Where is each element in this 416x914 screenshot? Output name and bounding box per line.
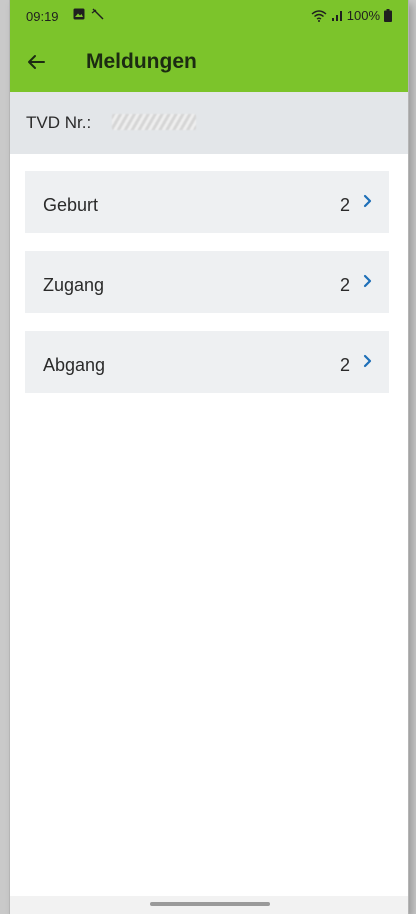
list-item-label: Geburt <box>43 195 99 215</box>
battery-percent: 100% <box>346 8 380 23</box>
list-item-label: Zugang <box>43 275 105 295</box>
battery-icon <box>384 9 392 22</box>
arrow-left-icon <box>28 55 45 69</box>
status-right: 100% <box>311 8 392 23</box>
status-time: 09:19 <box>26 9 59 24</box>
wifi-icon <box>311 9 327 22</box>
list-item-count: 2 <box>339 355 350 375</box>
list-item-count: 2 <box>339 195 350 215</box>
notification-icons <box>73 8 105 20</box>
list-item-zugang[interactable]: Zugang 2 <box>25 251 389 313</box>
tvd-number-redacted <box>112 114 196 130</box>
status-bar: 09:19 100% <box>10 0 408 32</box>
app-bar: Meldungen <box>10 32 408 92</box>
cell-signal-icon <box>331 10 342 21</box>
list-item-count: 2 <box>339 275 350 295</box>
tvd-label: TVD Nr.: <box>26 113 92 132</box>
tvd-header: TVD Nr.: <box>10 92 408 154</box>
list-item-label: Abgang <box>43 355 106 375</box>
chevron-right-icon <box>363 274 372 288</box>
system-nav-bar <box>10 896 408 914</box>
page-title: Meldungen <box>86 50 197 73</box>
back-button[interactable] <box>20 46 52 78</box>
list-item-geburt[interactable]: Geburt 2 <box>25 171 389 233</box>
image-notification-icon <box>73 8 85 20</box>
list-item-abgang[interactable]: Abgang 2 <box>25 331 389 393</box>
chevron-right-icon <box>363 354 372 368</box>
report-list: Geburt 2 Zugang 2 Abgang 2 <box>25 171 389 411</box>
phone-screen: 09:19 100% Meldungen TVD Nr.: Geburt 2 Z… <box>10 0 408 914</box>
signal-slash-icon <box>91 8 104 20</box>
home-gesture-handle[interactable] <box>150 902 270 906</box>
chevron-right-icon <box>363 194 372 208</box>
